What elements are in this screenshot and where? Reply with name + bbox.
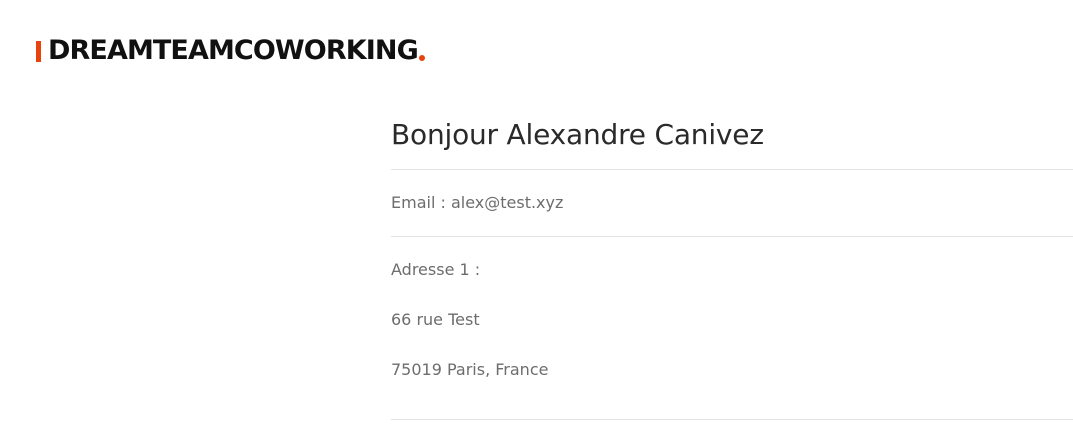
brand-logo[interactable]: DREAMTEAMCOWORKING bbox=[36, 33, 425, 69]
address-label: Adresse 1 : bbox=[391, 260, 481, 279]
profile-greeting: Bonjour Alexandre Canivez bbox=[391, 118, 764, 151]
address-street: 66 rue Test bbox=[391, 310, 480, 329]
page: DREAMTEAMCOWORKING Bonjour Alexandre Can… bbox=[0, 0, 1073, 430]
divider bbox=[391, 419, 1073, 420]
address-city: 75019 Paris, France bbox=[391, 360, 549, 379]
brand-name: DREAMTEAMCOWORKING bbox=[48, 35, 419, 66]
email-section: Email : alex@test.xyz bbox=[391, 170, 1073, 236]
logo-mark-icon bbox=[36, 37, 56, 65]
profile-panel: Bonjour Alexandre Canivez Email : alex@t… bbox=[391, 108, 1073, 420]
logo-dot-icon bbox=[418, 55, 425, 61]
email-line: Email : alex@test.xyz bbox=[391, 193, 564, 212]
address-section: Adresse 1 : 66 rue Test 75019 Paris, Fra… bbox=[391, 237, 1073, 419]
